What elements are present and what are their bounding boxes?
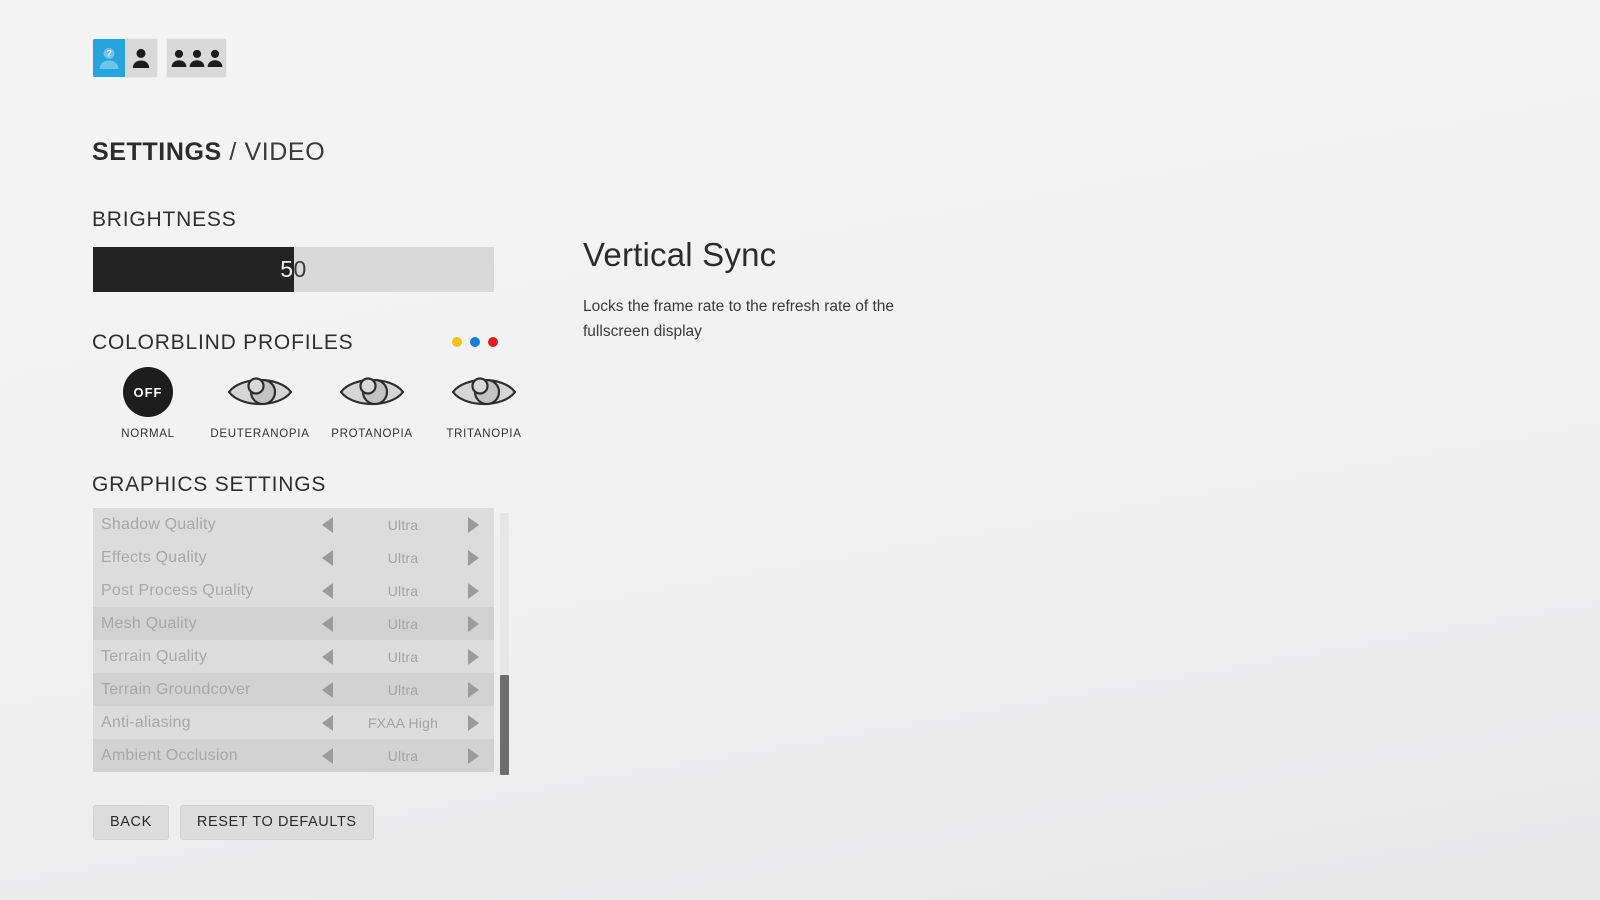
arrow-left-icon[interactable] [322, 681, 333, 698]
graphics-settings-list: Shadow Quality Ultra Effects Quality Ultra P… [93, 508, 494, 772]
arrow-left-icon[interactable] [322, 582, 333, 599]
graphics-setting-row[interactable]: Ambient Occlusion Ultra [93, 739, 494, 772]
footer-button-bar: BACK RESET TO DEFAULTS [93, 805, 374, 840]
person-icon [132, 48, 150, 68]
arrow-right-icon[interactable] [468, 615, 479, 632]
dot-blue [470, 337, 480, 347]
colorblind-profile-protanopia[interactable]: PROTANOPIA [316, 366, 428, 440]
graphics-setting-label: Anti-aliasing [101, 713, 191, 731]
detail-title: Vertical Sync [583, 236, 777, 273]
graphics-setting-label: Post Process Quality [101, 581, 254, 599]
eye-icon [451, 377, 517, 406]
player-tab-group: ? [93, 39, 157, 77]
page-title-separator: / [221, 138, 245, 166]
graphics-setting-value: Ultra [387, 549, 419, 566]
graphics-scrollbar[interactable] [500, 513, 509, 775]
person-question-icon: ? [99, 48, 119, 69]
colorblind-profile-label: NORMAL [121, 428, 175, 440]
people-group-icon [171, 49, 222, 67]
page-title: SETTINGS / VIDEO [92, 138, 325, 167]
eye-icon [227, 377, 293, 406]
colorblind-profile-label: PROTANOPIA [331, 428, 413, 440]
dot-red [488, 337, 498, 347]
graphics-setting-row[interactable]: Shadow Quality Ultra [93, 508, 494, 541]
colorblind-profile-list: OFF NORMAL DEUTERANOPIA PROTANOPIA TRITAN… [92, 366, 540, 440]
eye-icon [339, 377, 405, 406]
graphics-setting-value: Ultra [387, 681, 419, 698]
graphics-setting-value: Ultra [387, 648, 419, 665]
svg-text:?: ? [106, 49, 112, 59]
colorblind-profile-art [451, 366, 517, 418]
tab-player-unknown[interactable]: ? [93, 39, 125, 77]
detail-description: Locks the frame rate to the refresh rate… [583, 298, 895, 340]
colorblind-profile-art: OFF [123, 366, 173, 418]
graphics-setting-value: Ultra [387, 516, 419, 533]
profile-tab-strip: ? [93, 39, 226, 77]
arrow-right-icon[interactable] [468, 648, 479, 665]
graphics-setting-row[interactable]: Post Process Quality Ultra [93, 574, 494, 607]
graphics-setting-label: Effects Quality [101, 548, 207, 566]
graphics-setting-row[interactable]: Mesh Quality Ultra [93, 607, 494, 640]
colorblind-profile-art [227, 366, 293, 418]
colorblind-profile-label: DEUTERANOPIA [210, 428, 310, 440]
arrow-left-icon[interactable] [322, 516, 333, 533]
arrow-right-icon[interactable] [468, 549, 479, 566]
setting-detail-panel: Vertical Sync Locks the frame rate to th… [583, 236, 1013, 344]
graphics-setting-label: Terrain Quality [101, 647, 208, 665]
tab-player[interactable] [125, 39, 157, 77]
brightness-slider[interactable]: 50 50 [93, 247, 494, 292]
colorblind-heading: COLORBLIND PROFILES [92, 331, 354, 354]
graphics-setting-label: Ambient Occlusion [101, 746, 238, 764]
arrow-right-icon[interactable] [468, 747, 479, 764]
arrow-left-icon[interactable] [322, 747, 333, 764]
arrow-right-icon[interactable] [468, 516, 479, 533]
graphics-setting-label: Shadow Quality [101, 515, 216, 533]
colorblind-profile-deuteranopia[interactable]: DEUTERANOPIA [204, 366, 316, 440]
graphics-setting-value: Ultra [387, 582, 419, 599]
arrow-left-icon[interactable] [322, 549, 333, 566]
arrow-left-icon[interactable] [322, 714, 333, 731]
back-button[interactable]: BACK [93, 805, 169, 840]
brightness-slider-fill [93, 247, 294, 292]
graphics-setting-label: Mesh Quality [101, 614, 197, 632]
graphics-setting-value: Ultra [387, 615, 419, 632]
page-title-video: VIDEO [244, 138, 326, 166]
colorblind-off-badge: OFF [123, 367, 173, 417]
graphics-setting-row[interactable]: Effects Quality Ultra [93, 541, 494, 574]
graphics-scrollbar-thumb[interactable] [500, 675, 509, 775]
graphics-setting-row[interactable]: Terrain Quality Ultra [93, 640, 494, 673]
graphics-heading: GRAPHICS SETTINGS [92, 473, 327, 496]
graphics-setting-row[interactable]: Terrain Groundcover Ultra [93, 673, 494, 706]
colorblind-profile-normal[interactable]: OFF NORMAL [92, 366, 204, 440]
graphics-setting-row[interactable]: Anti-aliasing FXAA High [93, 706, 494, 739]
reset-to-defaults-button[interactable]: RESET TO DEFAULTS [179, 805, 374, 840]
colorblind-profile-label: TRITANOPIA [446, 428, 522, 440]
arrow-right-icon[interactable] [468, 582, 479, 599]
graphics-setting-label: Terrain Groundcover [101, 680, 251, 698]
graphics-setting-value: FXAA High [367, 714, 439, 731]
party-tab-group [167, 39, 226, 77]
arrow-right-icon[interactable] [468, 681, 479, 698]
colorblind-profile-tritanopia[interactable]: TRITANOPIA [428, 366, 540, 440]
colorblind-dot-indicators [452, 337, 498, 347]
page-title-settings: SETTINGS [92, 138, 222, 166]
colorblind-profile-art [339, 366, 405, 418]
arrow-right-icon[interactable] [468, 714, 479, 731]
arrow-left-icon[interactable] [322, 648, 333, 665]
tab-party[interactable] [167, 39, 226, 77]
brightness-heading: BRIGHTNESS [92, 208, 237, 231]
dot-yellow [452, 337, 462, 347]
arrow-left-icon[interactable] [322, 615, 333, 632]
graphics-setting-value: Ultra [387, 747, 419, 764]
